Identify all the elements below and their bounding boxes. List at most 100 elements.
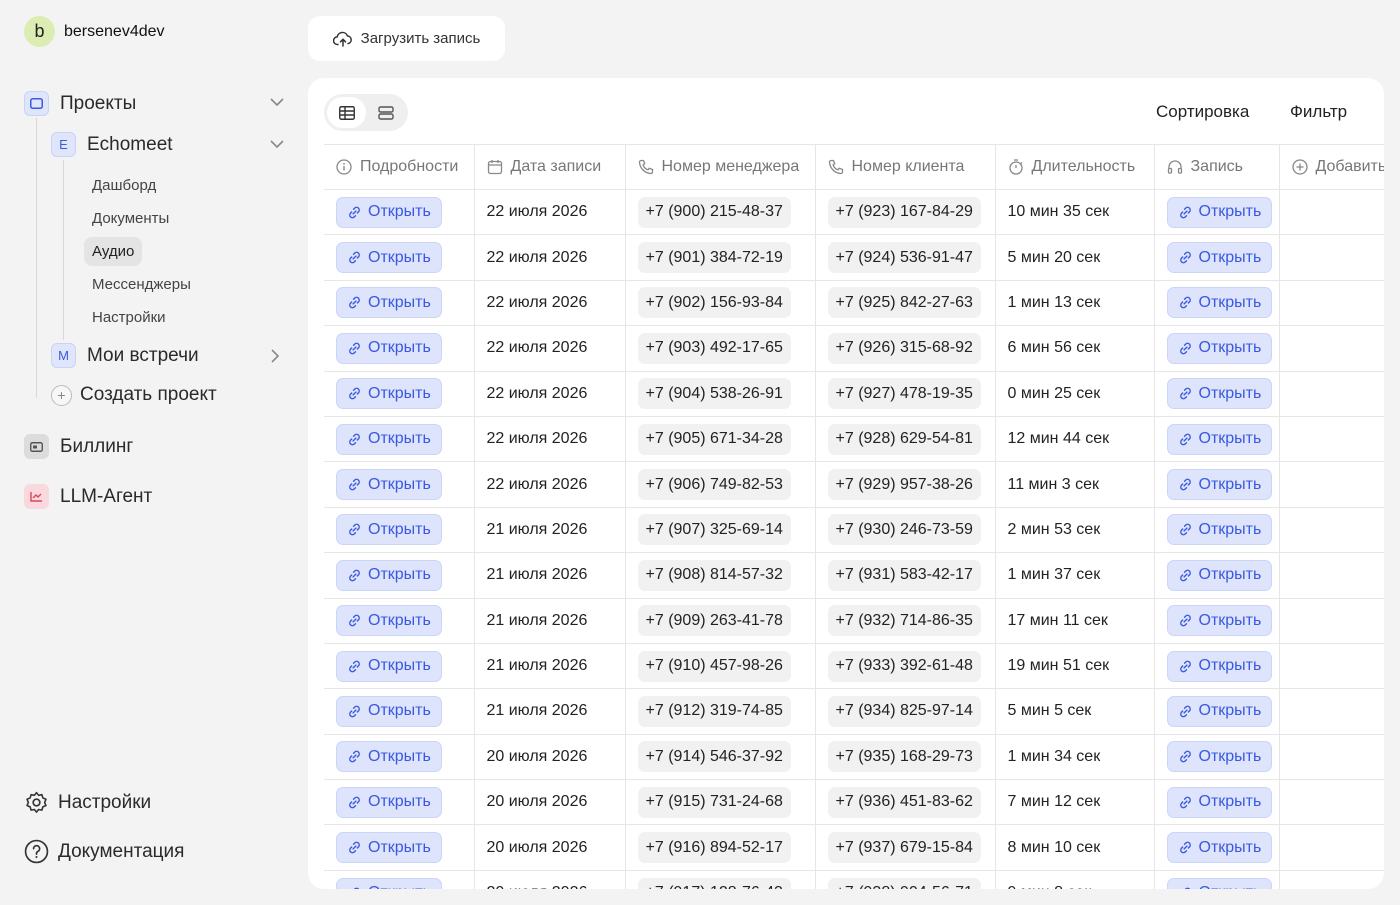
filter-button[interactable]: Фильтр — [1290, 102, 1347, 122]
open-details-button[interactable]: Открыть — [336, 877, 442, 889]
link-icon — [1179, 251, 1191, 264]
column-header-recording[interactable]: Запись — [1154, 144, 1280, 190]
open-recording-button[interactable]: Открыть — [1166, 559, 1273, 591]
list-view-button[interactable] — [366, 97, 405, 128]
manager-phone-cell: +7 (908) 814-57-32 — [625, 552, 816, 599]
duration-cell: 19 мин 51 сек — [995, 643, 1155, 690]
open-details-button[interactable]: Открыть — [336, 605, 442, 637]
chevron-down-icon[interactable] — [270, 98, 284, 107]
open-details-button[interactable]: Открыть — [336, 423, 442, 455]
manager-phone-cell: +7 (915) 731-24-68 — [625, 779, 816, 826]
project-badge: M — [51, 343, 76, 368]
date-cell: 22 июля 2026 — [474, 280, 626, 327]
open-recording-button[interactable]: Открыть — [1166, 786, 1273, 818]
open-recording-button[interactable]: Открыть — [1166, 650, 1273, 682]
sidebar-item-meetings[interactable]: M Мои встречи — [51, 343, 199, 368]
sidebar-item-dashboard[interactable]: Дашборд — [84, 171, 164, 200]
chart-icon — [24, 484, 49, 509]
sort-button[interactable]: Сортировка — [1156, 102, 1249, 122]
column-header-details[interactable]: Подробности — [324, 144, 475, 190]
open-recording-button[interactable]: Открыть — [1166, 514, 1273, 546]
manager-phone: +7 (917) 128-76-43 — [637, 877, 791, 889]
sidebar-item-projects[interactable]: Проекты — [24, 91, 136, 116]
open-details-button[interactable]: Открыть — [336, 287, 442, 319]
open-details-button[interactable]: Открыть — [336, 469, 442, 501]
timer-icon — [1008, 159, 1023, 175]
open-details-button[interactable]: Открыть — [336, 196, 442, 228]
link-icon — [349, 660, 360, 672]
open-details-button[interactable]: Открыть — [336, 514, 442, 546]
column-header-duration[interactable]: Длительность — [995, 144, 1155, 190]
open-details-button[interactable]: Открыть — [336, 832, 442, 864]
sidebar-item-audio[interactable]: Аудио — [84, 237, 143, 266]
add-cell — [1279, 824, 1384, 871]
sidebar-item-label: Проекты — [60, 92, 137, 114]
details-cell: Открыть — [324, 552, 475, 599]
column-header-add[interactable]: Добавить — [1279, 144, 1384, 190]
link-icon — [349, 569, 360, 582]
sidebar-item-label: Документация — [58, 840, 185, 862]
sidebar-item-llm-agent[interactable]: LLM-Агент — [24, 484, 152, 509]
date-cell: 22 июля 2026 — [474, 416, 626, 463]
chevron-down-icon[interactable] — [270, 140, 284, 149]
open-details-button[interactable]: Открыть — [336, 242, 442, 274]
create-project-button[interactable]: + Создать проект — [51, 384, 217, 406]
add-cell — [1279, 461, 1384, 508]
link-icon — [1179, 206, 1191, 219]
recording-cell: Открыть — [1154, 189, 1280, 236]
client-phone-cell: +7 (931) 583-42-17 — [815, 552, 996, 599]
open-recording-button[interactable]: Открыть — [1166, 287, 1273, 319]
open-details-button[interactable]: Открыть — [336, 650, 442, 682]
sidebar-item-settings[interactable]: Настройки — [24, 790, 151, 815]
open-recording-button[interactable]: Открыть — [1166, 605, 1273, 637]
sidebar-item-label: Биллинг — [60, 435, 134, 457]
open-details-button[interactable]: Открыть — [336, 559, 442, 591]
phone-icon — [638, 159, 653, 175]
client-phone: +7 (932) 714-86-35 — [827, 605, 981, 637]
column-header-date[interactable]: Дата записи — [474, 144, 626, 190]
column-header-manager-phone[interactable]: Номер менеджера — [625, 144, 816, 190]
sidebar-item-echomeet[interactable]: E Echomeet — [51, 132, 173, 157]
open-recording-button[interactable]: Открыть — [1166, 196, 1273, 228]
open-recording-button[interactable]: Открыть — [1166, 741, 1273, 773]
client-phone: +7 (927) 478-19-35 — [827, 378, 981, 410]
plus-icon — [1291, 159, 1308, 175]
upload-record-button[interactable]: Загрузить запись — [308, 16, 505, 61]
open-recording-button[interactable]: Открыть — [1166, 378, 1273, 410]
sidebar-item-billing[interactable]: Биллинг — [24, 434, 133, 459]
table-row: Открыть 20 июля 2026 +7 (917) 128-76-43 +7 … — [324, 870, 1384, 889]
open-recording-button[interactable]: Открыть — [1166, 877, 1273, 889]
open-recording-button[interactable]: Открыть — [1166, 469, 1273, 501]
upload-record-label: Загрузить запись — [360, 30, 481, 47]
sidebar-item-documents[interactable]: Документы — [84, 204, 177, 233]
open-details-button[interactable]: Открыть — [336, 695, 442, 727]
duration-cell: 7 мин 12 сек — [995, 779, 1155, 826]
open-recording-button[interactable]: Открыть — [1166, 423, 1273, 455]
user-profile[interactable]: b bersenev4dev — [24, 16, 165, 47]
open-recording-button[interactable]: Открыть — [1166, 832, 1273, 864]
sidebar-item-messengers[interactable]: Мессенджеры — [84, 270, 199, 299]
open-details-button[interactable]: Открыть — [336, 786, 442, 818]
recording-cell: Открыть — [1154, 734, 1280, 781]
link-icon — [349, 478, 360, 491]
open-details-button[interactable]: Открыть — [336, 741, 442, 773]
sidebar-item-docs[interactable]: Документация — [24, 839, 184, 864]
add-cell — [1279, 371, 1384, 417]
sidebar-item-project-settings[interactable]: Настройки — [84, 303, 174, 332]
open-recording-button[interactable]: Открыть — [1166, 332, 1273, 364]
details-cell: Открыть — [324, 870, 475, 889]
link-icon — [1179, 751, 1191, 763]
open-recording-button[interactable]: Открыть — [1166, 242, 1273, 274]
chevron-right-icon[interactable] — [271, 349, 280, 363]
table-row: Открыть 21 июля 2026 +7 (909) 263-41-78 +7 … — [324, 598, 1384, 644]
duration-cell: 1 мин 34 сек — [995, 734, 1155, 781]
column-header-client-phone[interactable]: Номер клиента — [815, 144, 996, 190]
open-details-button[interactable]: Открыть — [336, 378, 442, 410]
open-recording-button[interactable]: Открыть — [1166, 695, 1273, 727]
table-view-button[interactable] — [327, 97, 366, 128]
open-details-button[interactable]: Открыть — [336, 332, 442, 364]
sidebar-item-label: Echomeet — [87, 133, 173, 155]
manager-phone: +7 (916) 894-52-17 — [637, 832, 791, 864]
client-phone-cell: +7 (925) 842-27-63 — [815, 280, 996, 327]
manager-phone-cell: +7 (916) 894-52-17 — [625, 824, 816, 871]
